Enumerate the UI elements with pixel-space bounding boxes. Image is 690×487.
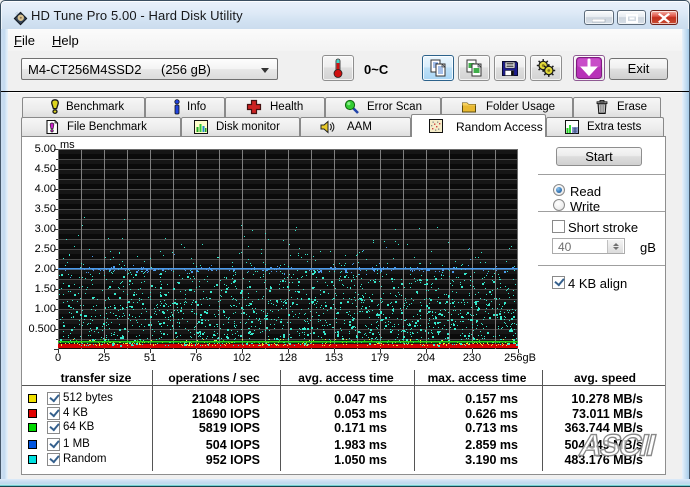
svg-text:ASCII: ASCII [576, 429, 658, 459]
